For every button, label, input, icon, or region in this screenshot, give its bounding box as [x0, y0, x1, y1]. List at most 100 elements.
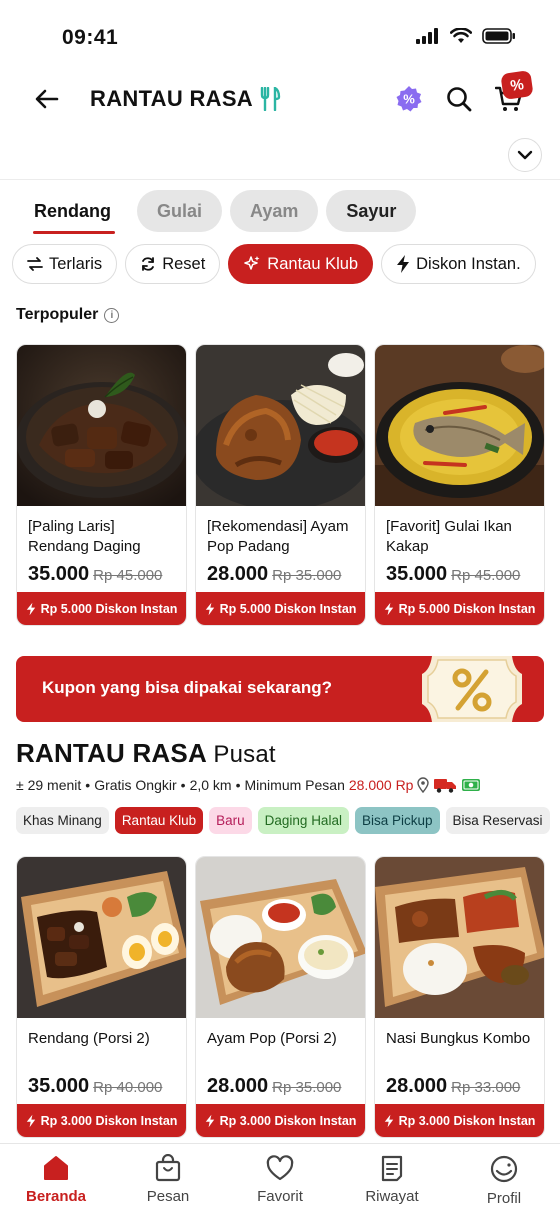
cart-promo-badge: %: [500, 70, 534, 100]
store-title: RANTAU RASA: [90, 86, 281, 112]
bottom-nav: Beranda Pesan Favorit Riwayat Profil: [0, 1143, 560, 1223]
tab-rendang[interactable]: Rendang: [16, 190, 129, 234]
popular-item-gulai-ikan[interactable]: [Favorit] Gulai Ikan Kakap 35.000 Rp 45.…: [374, 344, 545, 626]
item-name: [Rekomendasi] Ayam Pop Padang: [207, 518, 349, 555]
discount-text: Rp 3.000 Diskon Instan: [40, 1113, 178, 1128]
popular-list: [Paling Laris] Rendang Daging 35.000 Rp …: [16, 344, 545, 626]
filter-rantau-klub[interactable]: Rantau Klub: [228, 244, 374, 284]
lightning-icon: [26, 602, 35, 615]
nav-profil[interactable]: Profil: [448, 1144, 560, 1223]
item-old-price: Rp 45.000: [93, 567, 163, 584]
min-order-value: 28.000 Rp: [348, 777, 414, 793]
cash-icon: [462, 779, 481, 791]
filter-diskon-instan[interactable]: Diskon Instan.: [381, 244, 536, 284]
item-price: 35.000: [386, 563, 448, 585]
tab-sayur[interactable]: Sayur: [326, 190, 417, 232]
home-icon: [44, 1156, 68, 1180]
filter-terlaris-label: Terlaris: [49, 254, 103, 273]
discount-badge: Rp 3.000 Diskon Instan: [196, 1104, 365, 1137]
delivery-time: ± 29 menit: [16, 777, 82, 793]
item-name: Rendang (Porsi 2): [28, 1030, 150, 1047]
discount-text: Rp 3.000 Diskon Instan: [398, 1113, 536, 1128]
gulai-ikan-image: [375, 345, 544, 506]
meta-separator: •: [180, 777, 186, 793]
tag-rantau-klub: Rantau Klub: [114, 807, 204, 834]
store-branch: Pusat: [213, 741, 276, 768]
refresh-icon: [142, 257, 155, 271]
nav-pesan[interactable]: Pesan: [112, 1144, 224, 1223]
store-name: RANTAU RASA Pusat: [16, 738, 276, 769]
menu-item-rendang-porsi-2[interactable]: Rendang (Porsi 2) 35.000 Rp 40.000 Rp 3.…: [16, 856, 187, 1138]
profile-icon: [490, 1155, 518, 1183]
menu-item-ayam-pop-porsi-2[interactable]: Ayam Pop (Porsi 2) 28.000 Rp 35.000 Rp 3…: [195, 856, 366, 1138]
store-meta: ± 29 menit • Gratis Ongkir • 2,0 km • Mi…: [16, 777, 481, 793]
nav-beranda[interactable]: Beranda: [0, 1144, 112, 1223]
item-old-price: Rp 40.000: [93, 1079, 163, 1096]
delivery-fee: Gratis Ongkir: [94, 777, 177, 793]
filter-reset-label: Reset: [162, 254, 206, 273]
lightning-icon: [397, 255, 410, 273]
ayam-pop-box-image: [196, 857, 365, 1018]
sort-icon: [27, 257, 43, 271]
discount-text: Rp 3.000 Diskon Instan: [219, 1113, 357, 1128]
filter-reset[interactable]: Reset: [125, 244, 221, 284]
lightning-icon: [384, 602, 393, 615]
cart-button[interactable]: %: [492, 70, 534, 116]
promo-badge-button[interactable]: %: [392, 82, 426, 116]
nav-riwayat[interactable]: Riwayat: [336, 1144, 448, 1223]
heart-icon: [266, 1155, 294, 1181]
tag-khas-minang: Khas Minang: [16, 807, 109, 834]
discount-badge: Rp 5.000 Diskon Instan: [375, 592, 544, 625]
category-tabs: Rendang Gulai Ayam Sayur: [16, 190, 417, 234]
item-old-price: Rp 33.000: [451, 1079, 521, 1096]
tag-bisa-pickup: Bisa Pickup: [354, 807, 440, 834]
discount-text: Rp 5.000 Diskon Instan: [40, 601, 178, 616]
tab-ayam[interactable]: Ayam: [230, 190, 319, 232]
arrow-left-icon: [35, 89, 59, 109]
nav-profil-label: Profil: [486, 1190, 522, 1207]
price-row: 28.000 Rp 33.000: [386, 1075, 520, 1098]
search-button[interactable]: [442, 82, 476, 116]
delivery-truck-icon: [434, 779, 457, 793]
back-button[interactable]: [30, 84, 64, 114]
popular-item-ayam-pop[interactable]: [Rekomendasi] Ayam Pop Padang 28.000 Rp …: [195, 344, 366, 626]
filter-terlaris[interactable]: Terlaris: [12, 244, 118, 284]
header: RANTAU RASA % %: [0, 70, 560, 130]
chevron-down-icon: [517, 150, 533, 160]
rendang-box-image: [17, 857, 186, 1018]
search-icon: [447, 87, 472, 112]
filter-chips: Terlaris Reset Rantau Klub Diskon Instan…: [12, 244, 536, 284]
discount-text: Rp 5.000 Diskon Instan: [398, 601, 536, 616]
info-icon[interactable]: i: [104, 307, 120, 323]
item-name: [Favorit] Gulai Ikan Kakap: [386, 518, 512, 555]
item-price: 28.000: [207, 563, 269, 585]
item-price: 28.000: [207, 1075, 269, 1097]
menu-list: Rendang (Porsi 2) 35.000 Rp 40.000 Rp 3.…: [16, 856, 545, 1138]
utensils-icon: [260, 87, 281, 111]
section-popular-title: Terpopuler i: [16, 306, 120, 324]
discount-badge: Rp 5.000 Diskon Instan: [196, 592, 365, 625]
discount-badge: Rp 3.000 Diskon Instan: [17, 1104, 186, 1137]
menu-item-nasi-bungkus-kombo[interactable]: Nasi Bungkus Kombo 28.000 Rp 33.000 Rp 3…: [374, 856, 545, 1138]
store-distance: 2,0 km: [189, 777, 232, 793]
wifi-icon: [450, 28, 472, 43]
popular-item-rendang[interactable]: [Paling Laris] Rendang Daging 35.000 Rp …: [16, 344, 187, 626]
item-price: 35.000: [28, 563, 90, 585]
store-title-text: RANTAU RASA: [90, 86, 253, 111]
nav-favorit[interactable]: Favorit: [224, 1144, 336, 1223]
item-name: [Paling Laris] Rendang Daging: [28, 518, 141, 555]
discount-badge: Rp 5.000 Diskon Instan: [17, 592, 186, 625]
nav-favorit-label: Favorit: [257, 1188, 303, 1205]
lightning-icon: [205, 602, 214, 615]
coupon-banner[interactable]: Kupon yang bisa dipakai sekarang?: [16, 656, 544, 722]
tab-gulai[interactable]: Gulai: [137, 190, 223, 232]
nav-pesan-label: Pesan: [146, 1188, 190, 1205]
item-old-price: Rp 35.000: [272, 1079, 342, 1096]
expand-button[interactable]: [508, 138, 542, 172]
nasi-bungkus-image: [375, 857, 544, 1018]
svg-text:%: %: [403, 92, 415, 107]
sparkle-icon: [244, 256, 260, 270]
rendang-image: [17, 345, 186, 506]
status-bar: 09:41: [0, 0, 560, 70]
header-divider: [0, 179, 560, 180]
